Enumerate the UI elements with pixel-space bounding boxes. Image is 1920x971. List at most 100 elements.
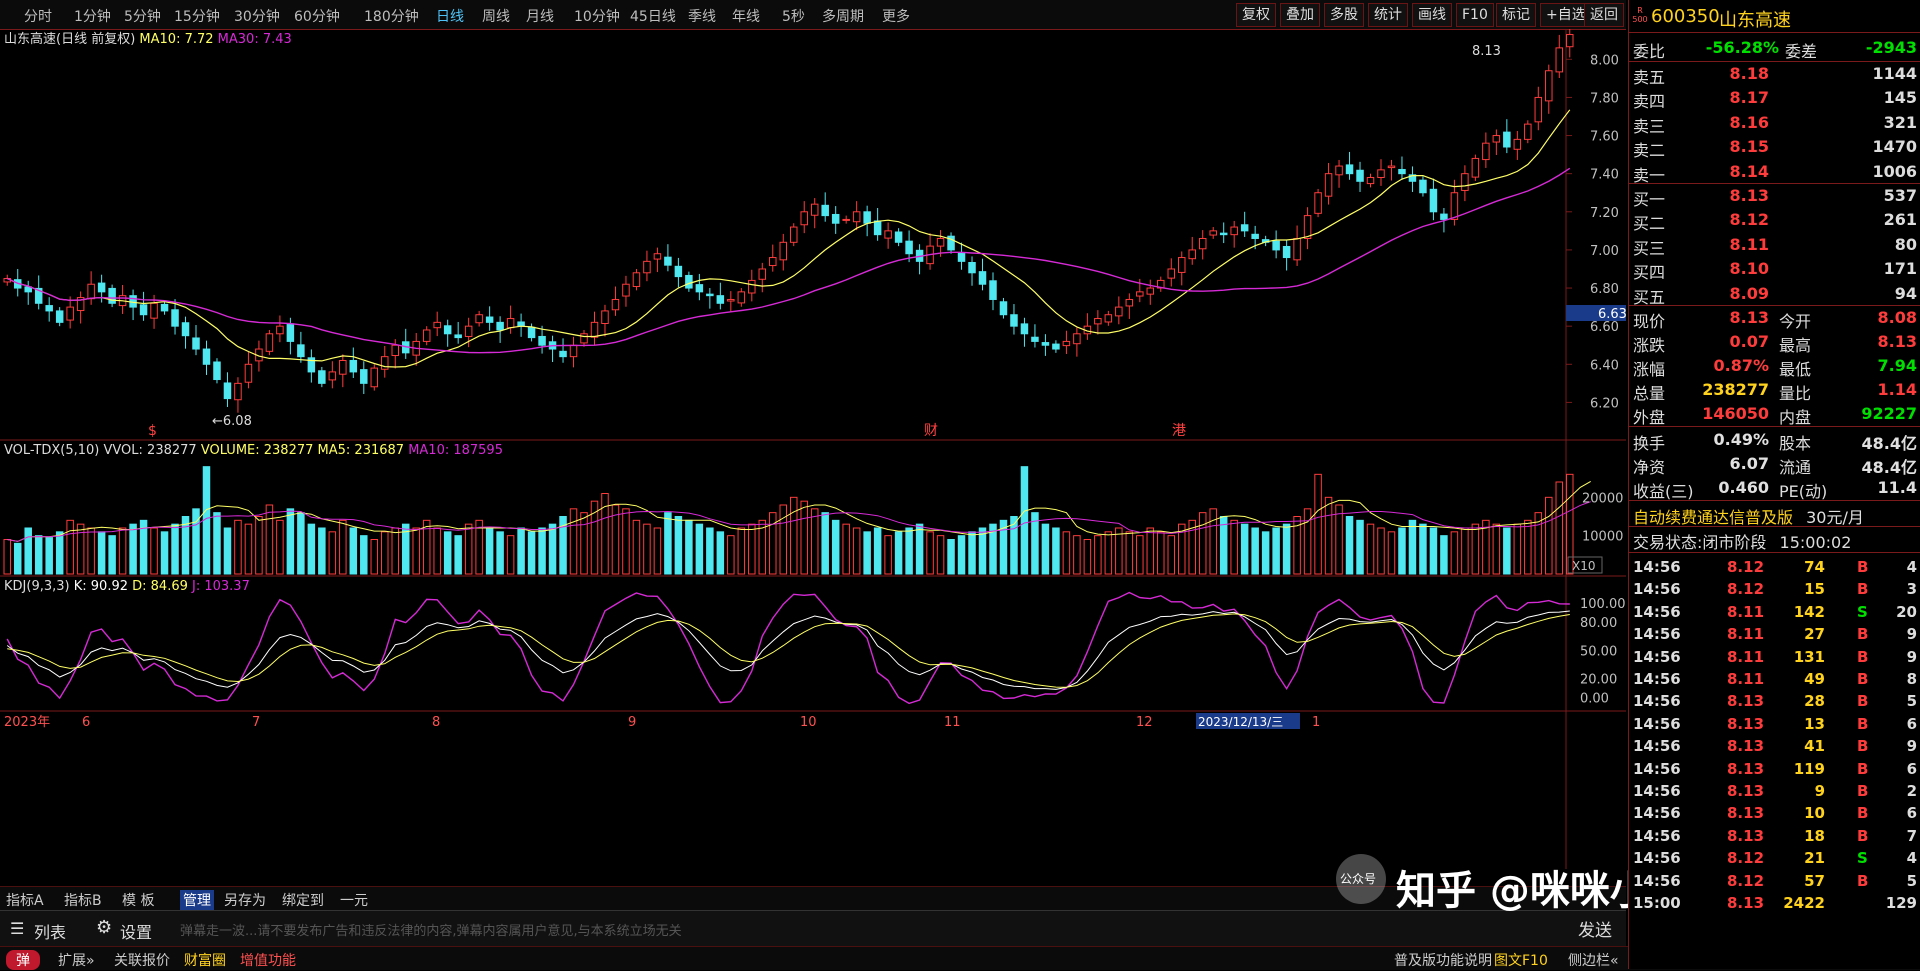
volume-bar [349, 527, 358, 575]
event-mark[interactable]: 港 [1172, 423, 1186, 439]
candle-body [737, 291, 746, 304]
toolbar-button[interactable]: 画线 [1412, 3, 1452, 27]
period-tab[interactable]: 60分钟 [294, 6, 340, 26]
orderbook-volume: 321 [1883, 112, 1917, 132]
toolbar-button[interactable]: 标记 [1496, 3, 1536, 27]
period-tab[interactable]: 多周期 [822, 6, 864, 26]
tick-row: 14:56 8.12 57 B 5 [1629, 870, 1920, 892]
tick-time: 14:56 [1633, 625, 1681, 644]
candle-body [1177, 257, 1186, 273]
stats-row: 现价 8.13 今开 8.08 [1629, 306, 1920, 331]
volume-bar [360, 535, 368, 575]
candle-body [328, 371, 337, 381]
send-button[interactable]: 发送 [1578, 916, 1612, 941]
bottom-tab[interactable]: 财富圈 [184, 950, 226, 970]
bottom-tab[interactable]: 增值功能 [240, 950, 296, 970]
candle-body [1492, 135, 1501, 143]
volume-bar [622, 508, 630, 575]
promo-link[interactable]: 自动续费通达信普及版 30元/月 [1633, 504, 1864, 528]
period-tab[interactable]: 30分钟 [234, 6, 280, 26]
period-tab[interactable]: 年线 [732, 6, 760, 26]
indicator-tab[interactable]: 绑定到 [282, 890, 324, 910]
period-tab[interactable]: 分时 [24, 6, 52, 26]
toolbar-button[interactable]: 叠加 [1280, 3, 1320, 27]
indicator-tab[interactable]: 指标B [64, 890, 102, 910]
volume-bar [905, 527, 913, 575]
toolbar-button[interactable]: 复权 [1236, 3, 1276, 27]
tick-time: 14:56 [1633, 737, 1681, 756]
list-button[interactable]: 列表 [34, 919, 66, 943]
candle-body [265, 333, 274, 352]
indicator-tab[interactable]: 另存为 [224, 890, 266, 910]
period-tab[interactable]: 180分钟 [364, 6, 419, 26]
orderbook-volume: 1144 [1872, 64, 1917, 83]
period-tab[interactable]: 月线 [526, 6, 554, 26]
toolbar-button[interactable]: 统计 [1368, 3, 1408, 27]
kline-chart-svg[interactable]: 8.00 7.80 7.60 7.40 7.20 7.00 6.80 6.60 6.40 6.20… [0, 26, 1627, 869]
gear-icon[interactable]: ⚙ [96, 917, 112, 938]
orderbook-volume: 80 [1894, 234, 1917, 254]
toolbar-button[interactable]: F10 [1456, 3, 1494, 27]
trade-state-value: 闭市阶段 [1702, 533, 1767, 552]
tick-time: 14:56 [1633, 602, 1681, 621]
candle-body [150, 302, 158, 319]
candle-body [1062, 340, 1071, 347]
orderbook-volume: 171 [1883, 259, 1917, 279]
stock-code: 600350 [1651, 6, 1720, 27]
period-tab[interactable]: 更多 [882, 6, 910, 26]
d-line [7, 613, 1570, 688]
high-marker: 8.13 [1472, 44, 1501, 59]
x-axis-label: 12 [1136, 715, 1153, 730]
bottom-link[interactable]: 图文F10 [1494, 950, 1548, 970]
candle-body [1146, 287, 1155, 295]
volume-bar [1303, 508, 1312, 575]
toolbar-button[interactable]: 返回 [1584, 3, 1624, 27]
period-tab[interactable]: 季线 [688, 6, 716, 26]
candle-body [244, 363, 253, 383]
candle-body [978, 271, 987, 285]
candle-body [517, 321, 525, 327]
indicator-tab[interactable]: 模 板 [122, 890, 154, 910]
period-tab[interactable]: 1分钟 [74, 6, 111, 26]
ma10-label: MA10: 7.72 [139, 32, 217, 47]
candle-body [1198, 237, 1207, 250]
period-tab[interactable]: 日线 [436, 6, 464, 26]
tick-side: B [1857, 826, 1869, 845]
indicator-tab[interactable]: 管理 [180, 890, 214, 910]
candle-body [590, 321, 599, 338]
quote-panel: R 500 600350 山东高速 委比 -56.28% 委差 -2943 卖五… [1628, 0, 1920, 969]
settings-button[interactable]: 设置 [120, 919, 152, 943]
chart-area[interactable]: 8.00 7.80 7.60 7.40 7.20 7.00 6.80 6.60 6.40 6.20… [0, 26, 1627, 869]
period-tab[interactable]: 10分钟 [574, 6, 620, 26]
indicator-tab[interactable]: 一元 [340, 890, 368, 910]
bottom-link[interactable]: 侧边栏« [1568, 950, 1619, 970]
period-tab[interactable]: 5分钟 [124, 6, 161, 26]
list-icon[interactable]: ☰ [10, 919, 24, 938]
event-mark[interactable]: $ [148, 423, 157, 439]
candle-body [1356, 169, 1364, 182]
weicha-value: -2943 [1865, 38, 1917, 57]
tick-price: 8.12 [1727, 580, 1765, 599]
tick-volume: 21 [1804, 849, 1825, 868]
tick-time: 14:56 [1633, 558, 1681, 576]
bottom-tab[interactable]: 扩展» [58, 950, 95, 970]
period-tab[interactable]: 周线 [482, 6, 510, 26]
period-tab[interactable]: 15分钟 [174, 6, 220, 26]
tick-price: 8.11 [1727, 602, 1765, 621]
bottom-link[interactable]: 普及版功能说明 [1394, 950, 1492, 970]
volume-bar [1356, 519, 1364, 575]
tick-volume: 119 [1793, 759, 1825, 778]
danmaku-toggle[interactable]: 弹 [6, 950, 40, 970]
period-tab[interactable]: 45日线 [630, 6, 676, 26]
tick-count: 6 [1906, 759, 1917, 778]
candle-body [139, 304, 148, 316]
toolbar-button[interactable]: 多股 [1324, 3, 1364, 27]
volume-bar [1419, 523, 1427, 575]
period-tab[interactable]: 5秒 [782, 6, 805, 26]
indicator-tab[interactable]: 指标A [6, 890, 44, 910]
danmaku-input[interactable]: 弹幕走一波...请不要发布广告和违反法律的内容,弹幕内容属用户意见,与本系统立场… [180, 920, 682, 939]
event-mark[interactable]: 财 [924, 423, 938, 439]
bottom-tab[interactable]: 关联报价 [114, 950, 170, 970]
volume-bar [674, 516, 683, 575]
orderbook-label: 卖一 [1633, 165, 1666, 185]
